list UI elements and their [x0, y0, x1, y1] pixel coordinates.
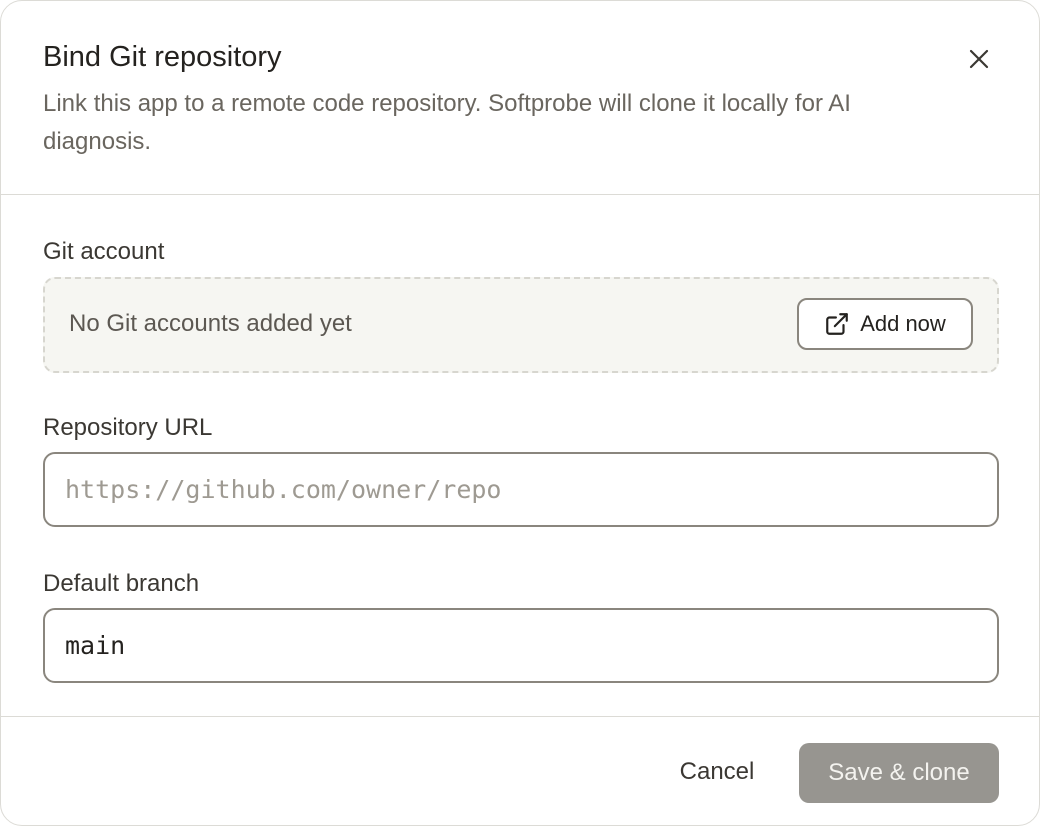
add-now-button[interactable]: Add now [797, 298, 973, 350]
git-account-empty-text: No Git accounts added yet [69, 310, 352, 337]
default-branch-label: Default branch [43, 570, 200, 597]
cancel-button[interactable]: Cancel [661, 743, 773, 801]
dialog-title: Bind Git repository [43, 41, 282, 73]
add-now-label: Add now [860, 311, 946, 336]
git-account-empty-state: No Git accounts added yet Add now [43, 277, 999, 373]
dialog-subtitle: Link this app to a remote code repositor… [43, 90, 851, 155]
save-and-clone-button[interactable]: Save & clone [799, 743, 999, 803]
dialog-header: Bind Git repository Link this app to a r… [1, 1, 1039, 195]
repository-url-label: Repository URL [43, 414, 213, 441]
dialog-body: Git account No Git accounts added yet Ad… [1, 195, 1039, 716]
dialog-footer: Cancel Save & clone [1, 716, 1039, 825]
repository-url-input[interactable] [43, 452, 999, 527]
close-icon [969, 49, 989, 69]
default-branch-input[interactable] [43, 608, 999, 683]
close-button[interactable] [961, 41, 997, 77]
bind-git-repository-dialog: Bind Git repository Link this app to a r… [0, 0, 1040, 826]
git-account-label: Git account [43, 238, 165, 265]
external-link-icon [826, 313, 849, 335]
